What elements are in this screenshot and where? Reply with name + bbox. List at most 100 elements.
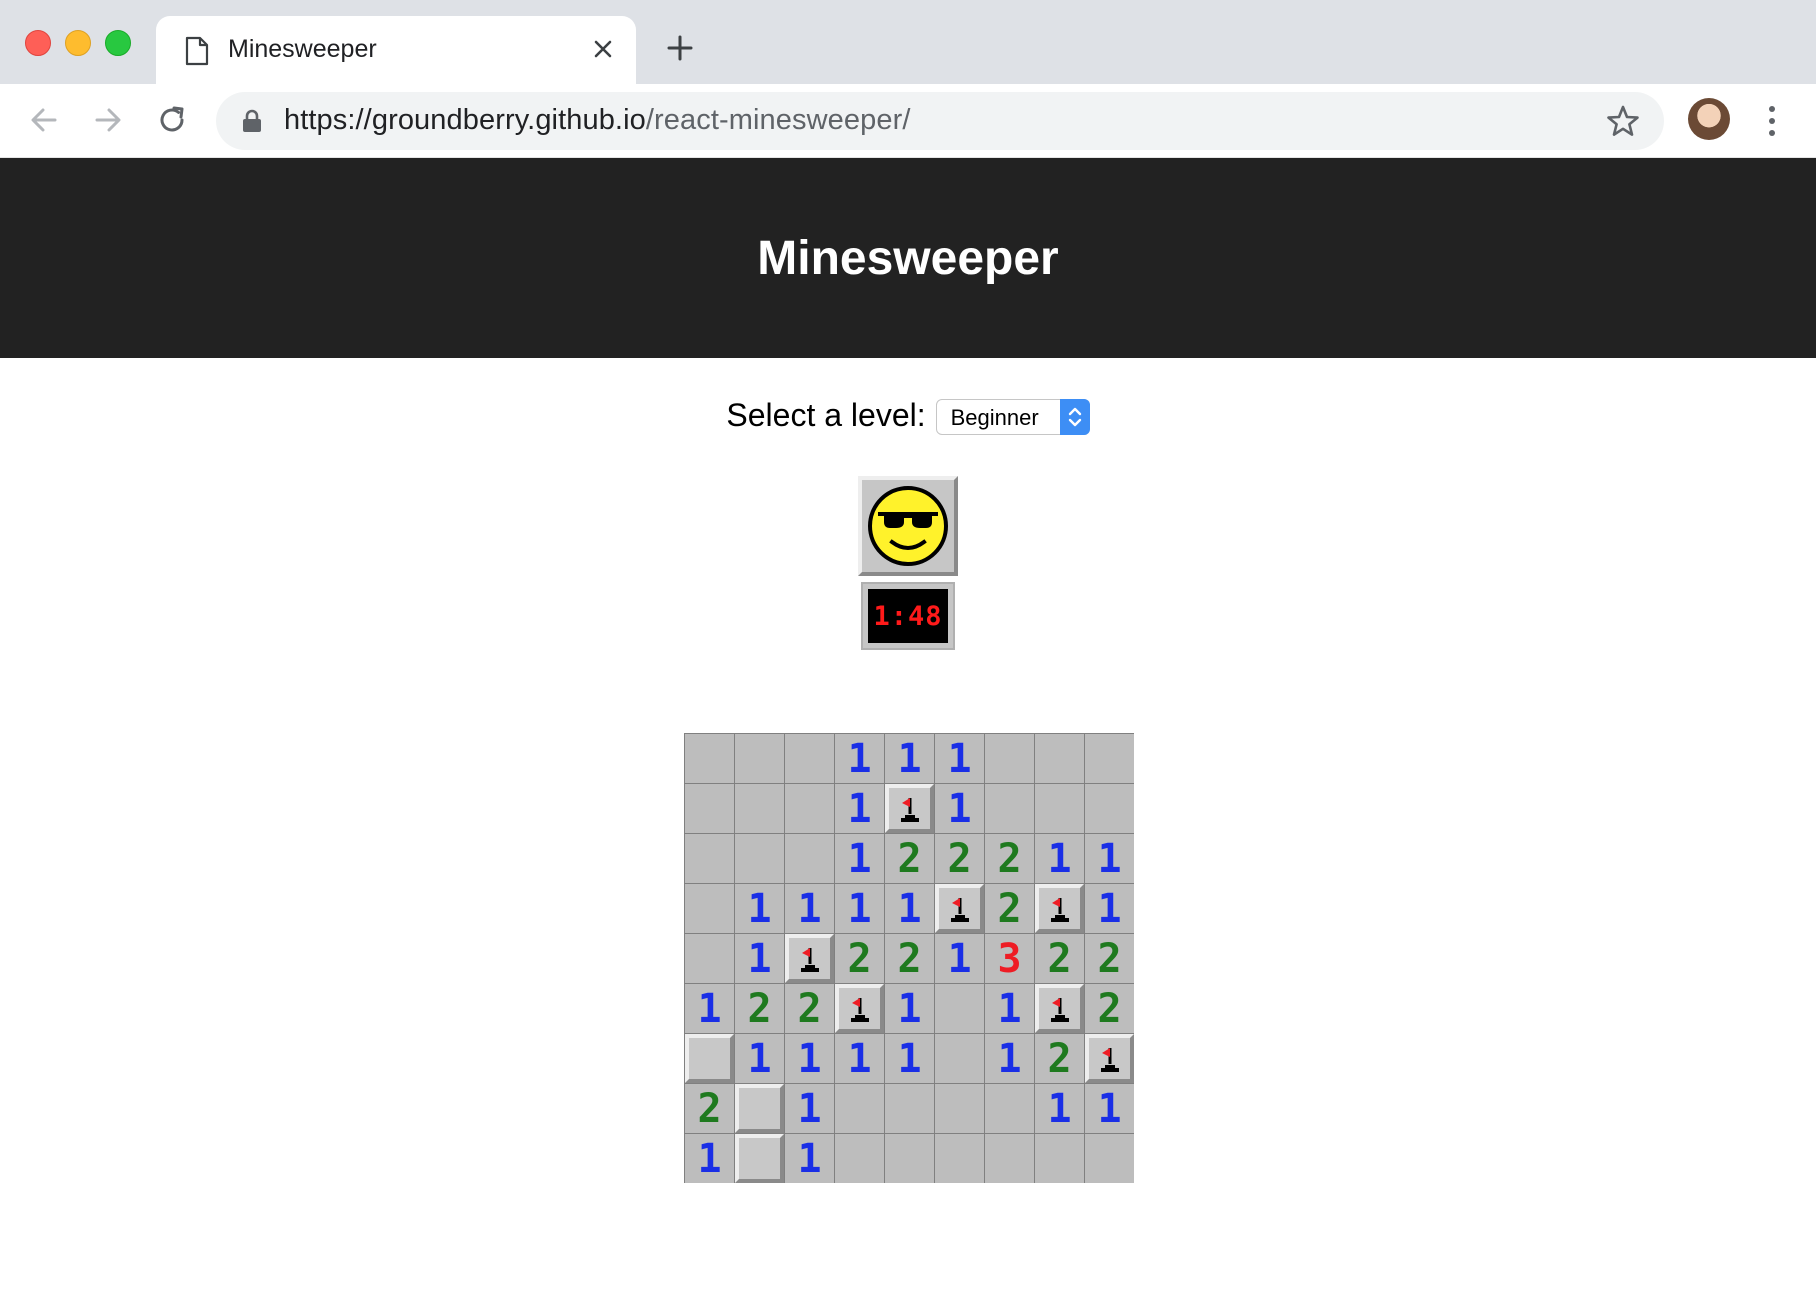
- cell-number[interactable]: 1: [1085, 884, 1134, 933]
- cell-number[interactable]: 2: [935, 834, 984, 883]
- cell-empty[interactable]: [735, 784, 784, 833]
- cell-empty[interactable]: [985, 734, 1034, 783]
- cell-number[interactable]: 1: [885, 734, 934, 783]
- cell-number[interactable]: 1: [735, 934, 784, 983]
- cell-number[interactable]: 2: [785, 984, 834, 1033]
- level-select[interactable]: Beginner: [935, 399, 1090, 435]
- cell-empty[interactable]: [1085, 734, 1134, 783]
- cell-number[interactable]: 1: [1085, 834, 1134, 883]
- bookmark-star-icon[interactable]: [1606, 104, 1640, 138]
- cell-number[interactable]: 1: [1035, 1084, 1084, 1133]
- cell-empty[interactable]: [835, 1134, 884, 1183]
- cell-empty[interactable]: [785, 734, 834, 783]
- cell-empty[interactable]: [785, 784, 834, 833]
- cell-empty[interactable]: [935, 984, 984, 1033]
- cell-flagged[interactable]: [785, 934, 834, 983]
- cell-number[interactable]: 1: [885, 1034, 934, 1083]
- cell-empty[interactable]: [735, 834, 784, 883]
- cell-empty[interactable]: [685, 784, 734, 833]
- cell-number[interactable]: 1: [835, 834, 884, 883]
- cell-empty[interactable]: [985, 1084, 1034, 1133]
- cell-flagged[interactable]: [935, 884, 984, 933]
- cell-empty[interactable]: [935, 1134, 984, 1183]
- flag-icon: [900, 797, 919, 822]
- page-title: Minesweeper: [757, 231, 1059, 285]
- cell-number[interactable]: 2: [1085, 934, 1134, 983]
- cell-number[interactable]: 2: [985, 834, 1034, 883]
- cell-flagged[interactable]: [1085, 1034, 1134, 1083]
- cell-number[interactable]: 1: [785, 1034, 834, 1083]
- cell-number[interactable]: 1: [835, 1034, 884, 1083]
- cell-number[interactable]: 1: [835, 884, 884, 933]
- cell-number[interactable]: 2: [835, 934, 884, 983]
- cell-empty[interactable]: [1035, 784, 1084, 833]
- cell-number[interactable]: 1: [835, 784, 884, 833]
- cell-flagged[interactable]: [835, 984, 884, 1033]
- cell-empty[interactable]: [885, 1134, 934, 1183]
- cell-number[interactable]: 1: [885, 984, 934, 1033]
- cell-empty[interactable]: [735, 734, 784, 783]
- cell-unrevealed[interactable]: [735, 1134, 784, 1183]
- menu-dot: [1769, 106, 1775, 112]
- cell-number[interactable]: 1: [935, 734, 984, 783]
- cell-empty[interactable]: [685, 884, 734, 933]
- cell-number[interactable]: 1: [785, 1134, 834, 1183]
- reset-face-button[interactable]: [858, 476, 958, 576]
- cell-number[interactable]: 1: [935, 784, 984, 833]
- cell-number[interactable]: 1: [735, 1034, 784, 1083]
- cell-number[interactable]: 1: [785, 1084, 834, 1133]
- cell-flagged[interactable]: [885, 784, 934, 833]
- cell-empty[interactable]: [935, 1034, 984, 1083]
- cell-empty[interactable]: [1035, 1134, 1084, 1183]
- tab-close-button[interactable]: [586, 32, 620, 66]
- cell-empty[interactable]: [1085, 784, 1134, 833]
- cell-empty[interactable]: [685, 934, 734, 983]
- cell-number[interactable]: 1: [785, 884, 834, 933]
- close-window-button[interactable]: [25, 30, 51, 56]
- cell-empty[interactable]: [1085, 1134, 1134, 1183]
- cell-number[interactable]: 1: [985, 984, 1034, 1033]
- back-button[interactable]: [24, 100, 64, 140]
- cell-number[interactable]: 1: [685, 984, 734, 1033]
- profile-avatar[interactable]: [1688, 98, 1730, 140]
- cell-number[interactable]: 1: [835, 734, 884, 783]
- cell-number[interactable]: 1: [1085, 1084, 1134, 1133]
- cell-number[interactable]: 2: [1035, 934, 1084, 983]
- forward-button[interactable]: [88, 100, 128, 140]
- cell-number[interactable]: 2: [735, 984, 784, 1033]
- cell-empty[interactable]: [985, 1134, 1034, 1183]
- cell-number[interactable]: 1: [1035, 834, 1084, 883]
- cell-flagged[interactable]: [1035, 984, 1084, 1033]
- cell-number[interactable]: 3: [985, 934, 1034, 983]
- cell-number[interactable]: 2: [885, 934, 934, 983]
- address-bar[interactable]: https://groundberry.github.io/react-mine…: [216, 92, 1664, 150]
- cell-number[interactable]: 2: [685, 1084, 734, 1133]
- cell-number[interactable]: 1: [935, 934, 984, 983]
- cell-empty[interactable]: [685, 834, 734, 883]
- new-tab-button[interactable]: [662, 30, 698, 66]
- cell-number[interactable]: 2: [985, 884, 1034, 933]
- cell-number[interactable]: 2: [885, 834, 934, 883]
- game-timer: 1:48: [861, 582, 955, 650]
- cell-empty[interactable]: [685, 734, 734, 783]
- browser-menu-button[interactable]: [1760, 102, 1784, 140]
- cell-number[interactable]: 2: [1085, 984, 1134, 1033]
- cell-number[interactable]: 2: [1035, 1034, 1084, 1083]
- cell-unrevealed[interactable]: [685, 1034, 734, 1083]
- maximize-window-button[interactable]: [105, 30, 131, 56]
- cell-flagged[interactable]: [1035, 884, 1084, 933]
- cell-empty[interactable]: [985, 784, 1034, 833]
- cell-number[interactable]: 1: [985, 1034, 1034, 1083]
- cell-number[interactable]: 1: [885, 884, 934, 933]
- cell-empty[interactable]: [935, 1084, 984, 1133]
- cell-empty[interactable]: [1035, 734, 1084, 783]
- cell-empty[interactable]: [885, 1084, 934, 1133]
- minimize-window-button[interactable]: [65, 30, 91, 56]
- cell-empty[interactable]: [785, 834, 834, 883]
- reload-button[interactable]: [152, 100, 192, 140]
- cell-number[interactable]: 1: [685, 1134, 734, 1183]
- cell-unrevealed[interactable]: [735, 1084, 784, 1133]
- cell-number[interactable]: 1: [735, 884, 784, 933]
- cell-empty[interactable]: [835, 1084, 884, 1133]
- browser-tab[interactable]: Minesweeper: [156, 16, 636, 84]
